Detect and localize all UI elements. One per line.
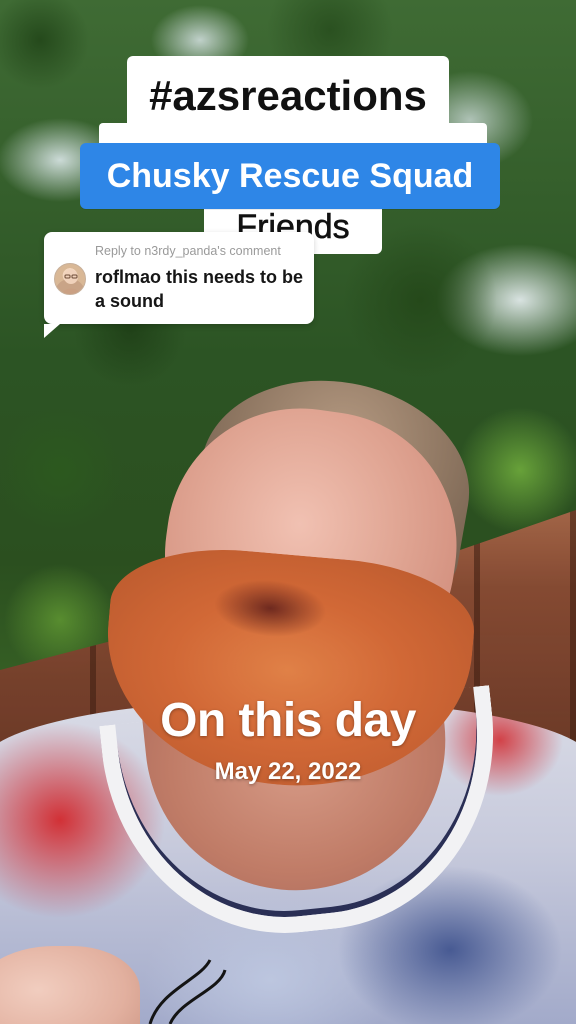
avatar-face-icon	[61, 270, 81, 294]
hand	[0, 946, 140, 1024]
reply-sticker-tail	[44, 324, 60, 338]
squad-banner-caption[interactable]: Chusky Rescue Squad	[80, 143, 500, 209]
reply-to-label: Reply to n3rdy_panda's comment	[95, 244, 281, 258]
on-this-day-title: On this day	[160, 694, 416, 747]
video-frame[interactable]: #azsreactions Friends Chusky Rescue Squa…	[0, 0, 576, 1024]
earbud-cable	[148, 959, 227, 1024]
hashtag-caption[interactable]: #azsreactions	[127, 56, 449, 136]
user-avatar-icon	[54, 263, 86, 295]
reply-comment-sticker[interactable]: Reply to n3rdy_panda's comment roflmao t…	[44, 232, 314, 338]
on-this-day-date: May 22, 2022	[214, 758, 362, 785]
reply-comment-text: roflmao this needs to be a sound	[95, 267, 304, 311]
